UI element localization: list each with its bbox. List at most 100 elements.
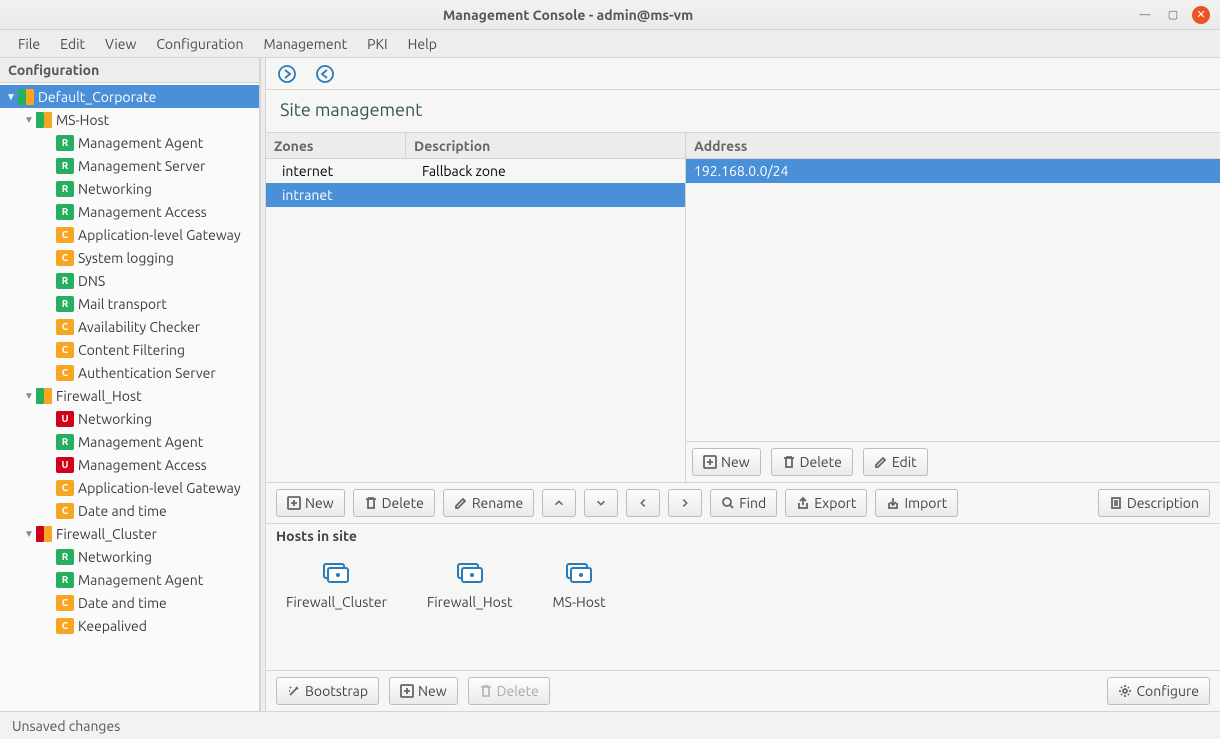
address-delete-button[interactable]: Delete (771, 448, 853, 476)
tree-item[interactable]: CContent Filtering (0, 338, 259, 361)
nav-forward-icon[interactable] (276, 63, 298, 85)
document-icon (1109, 496, 1123, 510)
move-left-button[interactable] (626, 489, 660, 517)
tree-item[interactable]: CApplication-level Gateway (0, 223, 259, 246)
tree-item[interactable]: CDate and time (0, 591, 259, 614)
zone-delete-button[interactable]: Delete (353, 489, 435, 517)
host-item-ms-host[interactable]: MS-Host (552, 558, 605, 628)
tree-item[interactable]: UNetworking (0, 407, 259, 430)
menu-view[interactable]: View (95, 32, 146, 56)
move-right-button[interactable] (668, 489, 702, 517)
export-icon (796, 496, 810, 510)
tree-item[interactable]: RNetworking (0, 177, 259, 200)
address-edit-button[interactable]: Edit (863, 448, 928, 476)
wand-icon (287, 684, 301, 698)
menu-help[interactable]: Help (398, 32, 447, 56)
menu-management[interactable]: Management (253, 32, 357, 56)
tag-icon: C (56, 250, 74, 266)
tree-item[interactable]: CAuthentication Server (0, 361, 259, 384)
host-item-firewall-cluster[interactable]: Firewall_Cluster (286, 558, 387, 628)
pencil-icon (874, 455, 888, 469)
menu-file[interactable]: File (8, 32, 50, 56)
tag-icon: R (56, 296, 74, 312)
plus-icon (400, 684, 414, 698)
expand-icon: ▼ (22, 390, 36, 402)
tree-item[interactable]: RDNS (0, 269, 259, 292)
tree-label: Mail transport (78, 296, 167, 312)
import-button[interactable]: Import (875, 489, 958, 517)
address-header[interactable]: Address (686, 133, 1220, 158)
zones-header[interactable]: Zones (266, 133, 406, 158)
tag-icon: R (56, 273, 74, 289)
tree-item[interactable]: RManagement Access (0, 200, 259, 223)
tag-icon: C (56, 342, 74, 358)
description-header[interactable]: Description (406, 133, 685, 158)
move-up-button[interactable] (542, 489, 576, 517)
window-title: Management Console - admin@ms-vm (10, 7, 1126, 23)
zone-row-internet[interactable]: internet Fallback zone (266, 159, 685, 183)
config-tree[interactable]: ▼ Default_Corporate ▼ MS-Host RManagemen… (0, 83, 259, 711)
zone-rename-button[interactable]: Rename (443, 489, 534, 517)
tree-label: Firewall_Host (56, 388, 142, 404)
move-down-button[interactable] (584, 489, 618, 517)
minimize-button[interactable]: — (1136, 6, 1154, 24)
tree-item[interactable]: RMail transport (0, 292, 259, 315)
tree-item[interactable]: RManagement Agent (0, 430, 259, 453)
status-badge (36, 526, 52, 542)
tree-host-firewall-cluster[interactable]: ▼ Firewall_Cluster (0, 522, 259, 545)
tag-icon: R (56, 135, 74, 151)
host-new-button[interactable]: New (389, 677, 458, 705)
tree-label: Content Filtering (78, 342, 185, 358)
tree-site-root[interactable]: ▼ Default_Corporate (0, 85, 259, 108)
tree-host-ms-host[interactable]: ▼ MS-Host (0, 108, 259, 131)
bootstrap-button[interactable]: Bootstrap (276, 677, 379, 705)
tree-item[interactable]: CApplication-level Gateway (0, 476, 259, 499)
host-item-firewall-host[interactable]: Firewall_Host (427, 558, 513, 628)
description-button[interactable]: Description (1098, 489, 1210, 517)
plus-icon (287, 496, 301, 510)
tree-item[interactable]: CSystem logging (0, 246, 259, 269)
chevron-left-icon (637, 496, 649, 510)
host-icon (452, 558, 488, 588)
tree-item[interactable]: RManagement Agent (0, 568, 259, 591)
nav-back-icon[interactable] (314, 63, 336, 85)
export-button[interactable]: Export (785, 489, 867, 517)
tree-host-firewall-host[interactable]: ▼ Firewall_Host (0, 384, 259, 407)
zones-table[interactable]: internet Fallback zone intranet (266, 159, 685, 482)
menu-pki[interactable]: PKI (357, 32, 397, 56)
tree-item[interactable]: CKeepalived (0, 614, 259, 637)
tag-icon: R (56, 549, 74, 565)
configure-button[interactable]: Configure (1107, 677, 1210, 705)
tree-item[interactable]: RManagement Server (0, 154, 259, 177)
chevron-right-icon (679, 496, 691, 510)
tag-icon: R (56, 204, 74, 220)
tree-item[interactable]: CAvailability Checker (0, 315, 259, 338)
search-icon (721, 496, 735, 510)
tree-item[interactable]: RManagement Agent (0, 131, 259, 154)
address-row[interactable]: 192.168.0.0/24 (686, 159, 1220, 183)
tree-label: Management Server (78, 158, 205, 174)
close-button[interactable]: ✕ (1192, 6, 1210, 24)
tree-label: Default_Corporate (38, 89, 156, 105)
tree-label: Application-level Gateway (78, 227, 241, 243)
status-badge (36, 388, 52, 404)
zone-row-intranet[interactable]: intranet (266, 183, 685, 207)
tree-item[interactable]: RNetworking (0, 545, 259, 568)
menu-configuration[interactable]: Configuration (146, 32, 253, 56)
maximize-button[interactable]: ▢ (1164, 6, 1182, 24)
find-button[interactable]: Find (710, 489, 777, 517)
plus-icon (703, 455, 717, 469)
sidebar-title: Configuration (0, 58, 259, 83)
tree-label: Networking (78, 181, 152, 197)
zone-new-button[interactable]: New (276, 489, 345, 517)
tree-item[interactable]: UManagement Access (0, 453, 259, 476)
host-delete-button[interactable]: Delete (468, 677, 550, 705)
menu-edit[interactable]: Edit (50, 32, 95, 56)
tree-label: Management Access (78, 457, 207, 473)
tree-item[interactable]: CDate and time (0, 499, 259, 522)
host-name: Firewall_Cluster (286, 594, 387, 610)
address-new-button[interactable]: New (692, 448, 761, 476)
tree-label: MS-Host (56, 112, 109, 128)
tag-icon: R (56, 158, 74, 174)
address-table[interactable]: 192.168.0.0/24 (686, 159, 1220, 441)
